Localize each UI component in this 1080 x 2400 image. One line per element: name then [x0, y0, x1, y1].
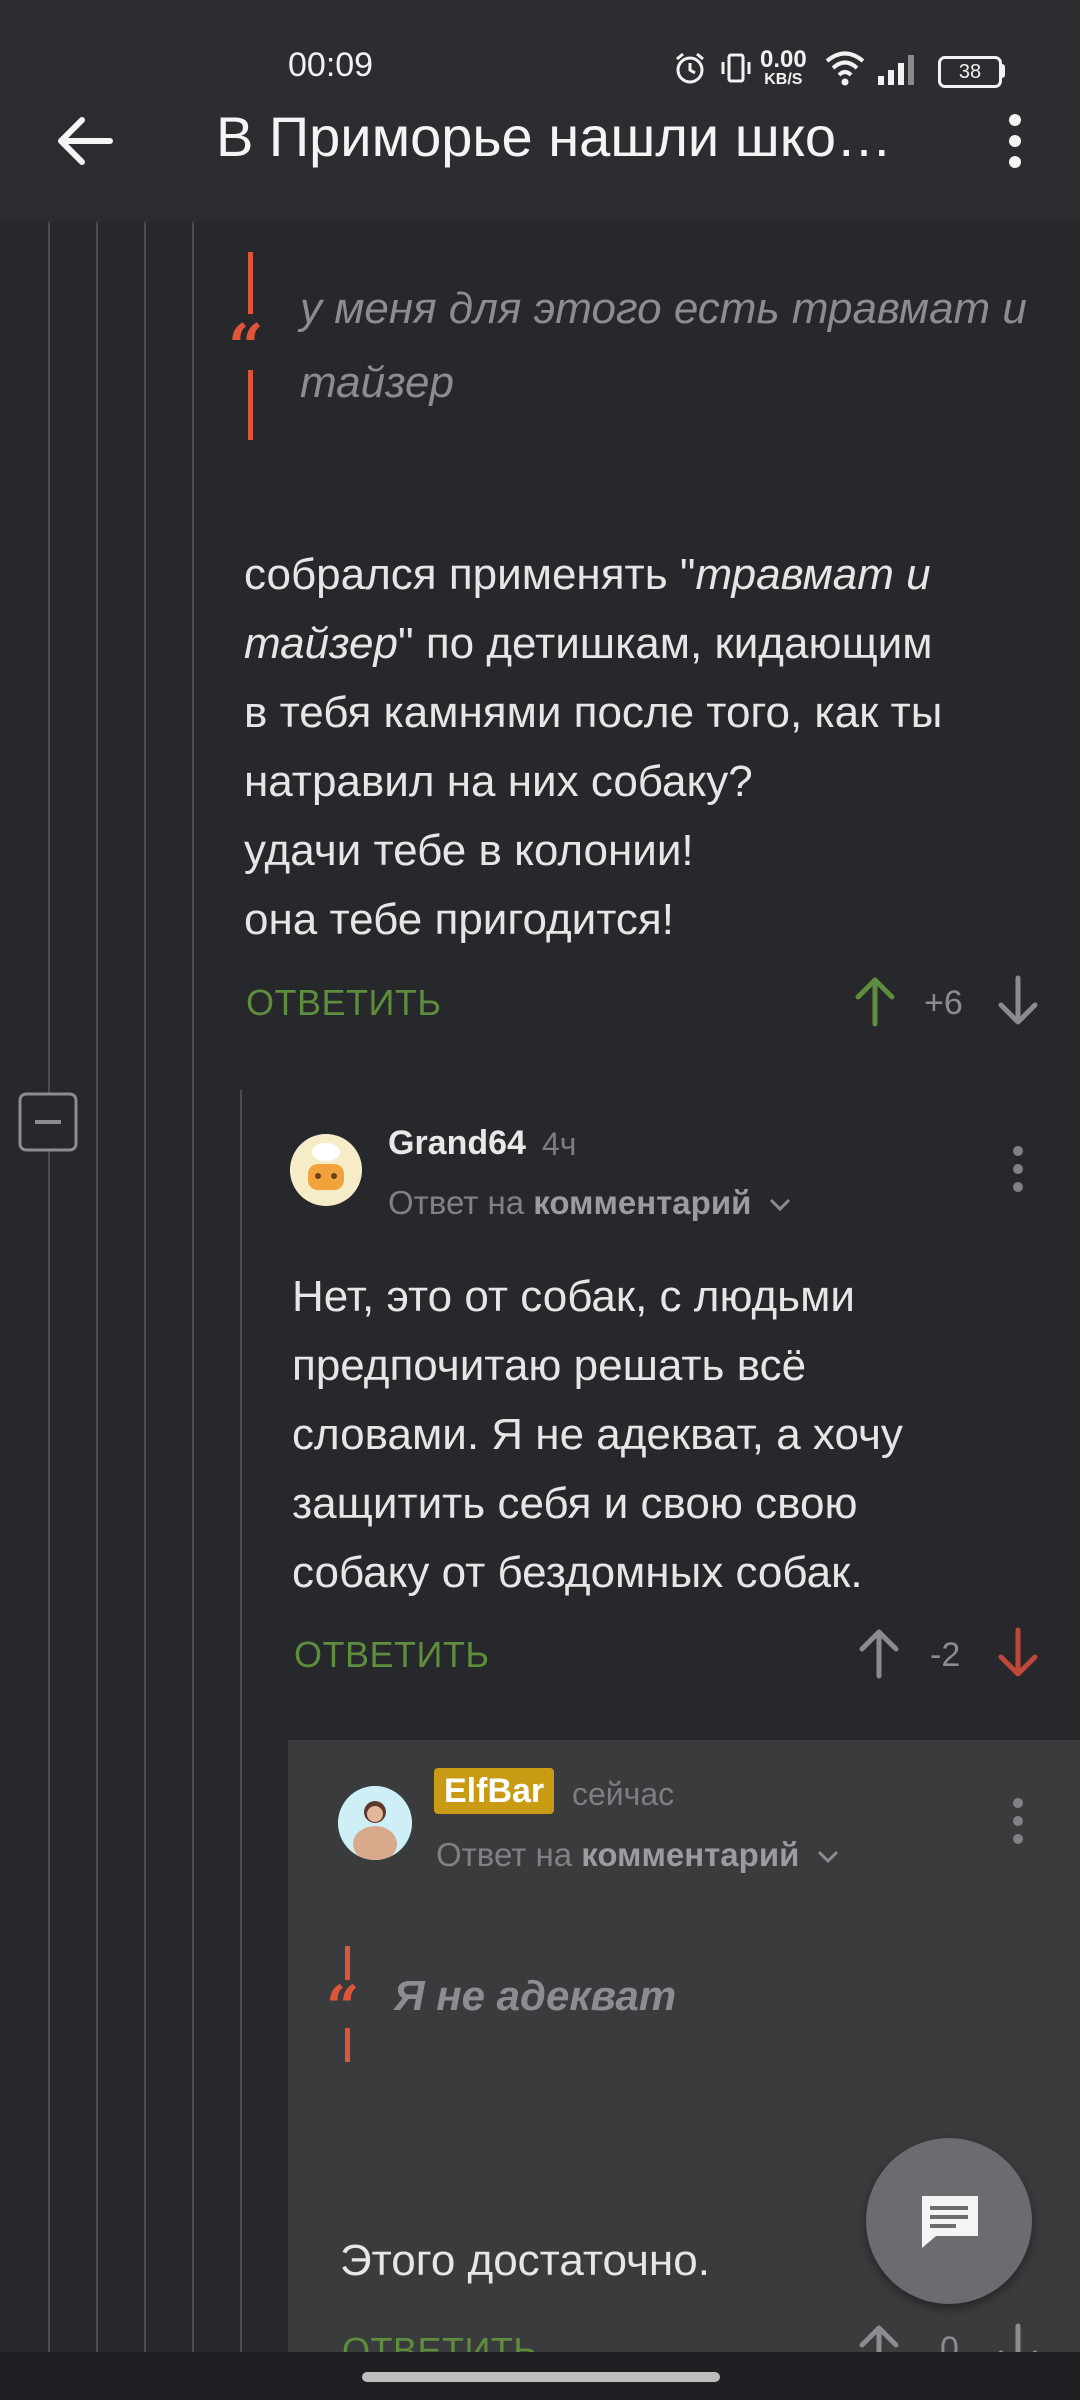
thread-line — [96, 222, 98, 2352]
author-badge[interactable]: ElfBar — [434, 1768, 555, 1814]
quote-text: Я не адекват — [394, 1972, 677, 2019]
reply-to-target: комментарий — [581, 1836, 800, 1873]
status-time: 00:09 — [288, 46, 374, 84]
text: защитить себя и свою свою — [292, 1479, 858, 1528]
emphasis-text: тайзер — [244, 619, 398, 668]
kebab-dot — [1013, 1834, 1023, 1844]
text: удачи тебе в колонии! — [244, 826, 694, 875]
signal-icon — [878, 55, 914, 85]
author-name[interactable]: Grand64 — [388, 1124, 526, 1163]
quote-bar — [248, 370, 253, 440]
comment-icon — [920, 2196, 978, 2248]
kebab-dot — [1013, 1816, 1023, 1826]
downvote-icon[interactable] — [995, 974, 1041, 1028]
score: -2 — [930, 1636, 961, 1674]
quote-icon: “ — [326, 1973, 360, 2041]
avatar-photo-icon — [338, 1786, 412, 1860]
kebab-dot — [1013, 1798, 1023, 1808]
upvote-icon[interactable] — [856, 1626, 902, 1680]
kebab-dot — [1013, 1182, 1023, 1192]
text: в тебя камнями после того, как ты — [244, 688, 943, 737]
reply-to-target: комментарий — [533, 1184, 752, 1221]
write-comment-button[interactable] — [866, 2138, 1032, 2304]
text: предпочитаю решать всё — [292, 1341, 807, 1390]
comment-body: Нет, это от собак, с людьми предпочитаю … — [292, 1262, 903, 1607]
comment-menu-button[interactable] — [1012, 1146, 1024, 1192]
net-speed-value: 0.00 — [760, 46, 807, 73]
reply-to-prefix: Ответ на — [436, 1836, 582, 1873]
thread-line — [240, 1090, 242, 2352]
reply-to-link[interactable]: Ответ на комментарий — [388, 1184, 793, 1222]
comment-time: 4ч — [542, 1126, 577, 1162]
chevron-down-icon — [769, 1198, 790, 1212]
comment-body: Этого достаточно. — [340, 2236, 710, 2285]
text: Нет, это от собак, с людьми — [292, 1272, 855, 1321]
reply-button[interactable]: ОТВЕТИТЬ — [294, 1634, 490, 1676]
quote-bar — [345, 2028, 350, 2062]
kebab-dot — [1013, 1146, 1023, 1156]
page-title: В Приморье нашли шко… — [216, 105, 892, 168]
quote-line: тайзер — [300, 358, 454, 407]
battery-tip — [1000, 64, 1005, 78]
thread-line — [144, 222, 146, 2352]
minus-box-icon[interactable] — [18, 1092, 78, 1152]
net-speed: 0.00 KB/S — [760, 48, 807, 88]
text: собрался применять " — [244, 550, 696, 599]
gesture-handle[interactable] — [362, 2372, 720, 2382]
quote-line: у меня для этого есть травмат и — [300, 284, 1027, 333]
upvote-icon[interactable] — [852, 974, 898, 1028]
reply-to-prefix: Ответ на — [388, 1184, 534, 1221]
text: собаку от бездомных собак. — [292, 1548, 863, 1597]
more-vert-icon[interactable] — [990, 106, 1040, 176]
comment-time: сейчас — [572, 1776, 675, 1812]
vibrate-icon — [721, 53, 751, 83]
author-name: ElfBar — [444, 1772, 545, 1810]
battery-icon: 38 — [938, 56, 1002, 88]
arrow-left-icon[interactable] — [50, 106, 120, 176]
thread-line — [192, 222, 194, 2352]
text: она тебе пригодится! — [244, 895, 674, 944]
text: словами. Я не адекват, а хочу — [292, 1410, 903, 1459]
quote-bar — [248, 252, 253, 314]
downvote-icon[interactable] — [995, 1626, 1041, 1680]
chevron-down-icon — [817, 1850, 838, 1864]
comment-body: собрался применять "травмат и тайзер" по… — [244, 540, 942, 954]
reply-to-link[interactable]: Ответ на комментарий — [436, 1836, 841, 1874]
text: натравил на них собаку? — [244, 757, 753, 806]
avatar-chef-icon — [290, 1134, 362, 1206]
kebab-dot — [1013, 1164, 1023, 1174]
quote-icon: “ — [228, 310, 264, 383]
net-speed-unit: KB/S — [764, 71, 803, 88]
emphasis-text: травмат и — [695, 550, 931, 599]
quote-text: у меня для этого есть травмат и тайзер — [300, 272, 1027, 420]
reply-button[interactable]: ОТВЕТИТЬ — [246, 982, 442, 1024]
score: +6 — [924, 984, 963, 1022]
thread-line — [48, 222, 50, 2352]
wifi-icon — [825, 51, 865, 86]
avatar[interactable] — [338, 1786, 412, 1860]
text: " по детишкам, кидающим — [398, 619, 933, 668]
alarm-icon — [676, 52, 704, 84]
comment-menu-button[interactable] — [1012, 1798, 1024, 1844]
avatar[interactable] — [290, 1134, 362, 1206]
